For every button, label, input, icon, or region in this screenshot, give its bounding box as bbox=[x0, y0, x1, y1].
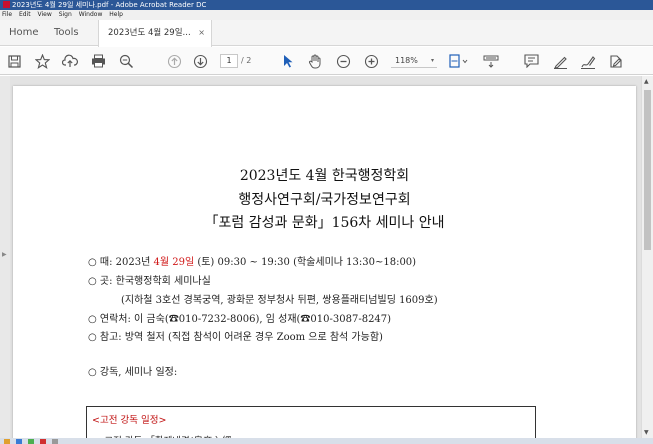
info-when-prefix: ○ 때: 2023년 bbox=[88, 257, 154, 268]
select-cursor-icon[interactable] bbox=[280, 53, 296, 69]
window-title: 2023년도 4월 29일 세미나.pdf - Adobe Acrobat Re… bbox=[12, 1, 207, 9]
highlight-pen-icon[interactable] bbox=[551, 53, 569, 69]
tab-home[interactable]: Home bbox=[9, 20, 39, 46]
taskbar-strip bbox=[0, 438, 653, 444]
menu-bar: File Edit View Sign Window Help bbox=[0, 10, 653, 20]
scroll-up-icon[interactable]: ▲ bbox=[644, 78, 649, 85]
info-schedule: ○ 강독, 세미나 일정: bbox=[88, 367, 178, 378]
zoom-level-value: 118% bbox=[395, 56, 418, 65]
menu-help[interactable]: Help bbox=[109, 11, 123, 18]
previous-page-icon[interactable] bbox=[165, 53, 183, 69]
zoom-dropdown-icon: ▾ bbox=[430, 57, 434, 64]
scrollbar-thumb[interactable] bbox=[644, 90, 651, 250]
tab-bar: Home Tools 2023년도 4월 29일... × bbox=[0, 20, 653, 47]
acrobat-app-icon bbox=[3, 1, 10, 8]
save-icon[interactable] bbox=[6, 53, 22, 69]
document-viewport[interactable]: ▶ 2023년도 4월 한국행정학회 행정사연구회/국가정보연구회 「포럼 감성… bbox=[0, 76, 641, 444]
comment-icon[interactable] bbox=[522, 53, 540, 69]
bookmark-star-icon[interactable] bbox=[33, 53, 51, 69]
taskbar-app-icon[interactable] bbox=[4, 439, 10, 444]
vertical-scrollbar[interactable]: ▲ ▼ bbox=[641, 76, 653, 438]
info-note: ○ 참고: 방역 철저 (직접 참석이 어려운 경우 Zoom 으로 참석 가능… bbox=[88, 332, 383, 343]
zoom-in-icon[interactable] bbox=[362, 53, 380, 69]
info-where: ○ 곳: 한국행정학회 세미나실 bbox=[88, 276, 211, 287]
tab-document[interactable]: 2023년도 4월 29일... × bbox=[98, 20, 212, 47]
toolbar: 1 / 2 118% ▾ bbox=[0, 47, 653, 75]
hand-tool-icon[interactable] bbox=[306, 53, 324, 69]
menu-file[interactable]: File bbox=[2, 11, 12, 18]
menu-view[interactable]: View bbox=[38, 11, 52, 18]
scrolling-mode-icon[interactable] bbox=[481, 53, 501, 69]
zoom-search-icon[interactable] bbox=[117, 53, 135, 69]
print-icon[interactable] bbox=[89, 53, 107, 69]
fit-page-icon[interactable] bbox=[448, 53, 470, 69]
zoom-out-icon[interactable] bbox=[334, 53, 352, 69]
doc-title-line-3: 「포럼 감성과 문화」156차 세미나 안내 bbox=[204, 215, 445, 231]
menu-sign[interactable]: Sign bbox=[59, 11, 72, 18]
info-when: ○ 때: 2023년 4월 29일 (토) 09:30 ~ 19:30 (학술세… bbox=[88, 253, 416, 268]
menu-window[interactable]: Window bbox=[79, 11, 103, 18]
info-when-suffix: (토) 09:30 ~ 19:30 (학술세미나 13:30~18:00) bbox=[194, 257, 417, 268]
menu-edit[interactable]: Edit bbox=[19, 11, 31, 18]
pdf-page: 2023년도 4월 한국행정학회 행정사연구회/국가정보연구회 「포럼 감성과 … bbox=[13, 86, 636, 444]
next-page-icon[interactable] bbox=[191, 53, 209, 69]
taskbar-app-icon[interactable] bbox=[28, 439, 34, 444]
info-where-detail: (지하철 3호선 경복궁역, 광화문 정부청사 뒤편, 쌍용플래티넘빌딩 160… bbox=[121, 295, 438, 306]
page-total: / 2 bbox=[241, 56, 252, 65]
scroll-down-icon[interactable]: ▼ bbox=[644, 429, 649, 436]
tab-tools[interactable]: Tools bbox=[54, 20, 79, 46]
window-title-bar: 2023년도 4월 29일 세미나.pdf - Adobe Acrobat Re… bbox=[0, 0, 653, 10]
tab-close-icon[interactable]: × bbox=[198, 20, 205, 46]
zoom-level-select[interactable]: 118% ▾ bbox=[391, 54, 437, 68]
expand-left-panel-icon[interactable]: ▶ bbox=[2, 251, 7, 258]
page-number-input[interactable]: 1 bbox=[220, 54, 238, 68]
fill-sign-icon[interactable] bbox=[607, 53, 625, 69]
doc-title-line-1: 2023년도 4월 한국행정학회 bbox=[239, 168, 410, 184]
taskbar-app-icon[interactable] bbox=[16, 439, 22, 444]
schedule-box-title: <고전 강독 일정> bbox=[92, 415, 167, 426]
tab-document-label: 2023년도 4월 29일... bbox=[108, 28, 191, 38]
info-contact: ○ 연락처: 이 금숙(☎010-7232-8006), 임 성재(☎010-3… bbox=[88, 314, 392, 325]
doc-title-line-2: 행정사연구회/국가정보연구회 bbox=[238, 192, 411, 208]
upload-cloud-icon[interactable] bbox=[61, 53, 79, 69]
taskbar-app-icon[interactable] bbox=[40, 439, 46, 444]
info-when-date: 4월 29일 bbox=[153, 257, 195, 268]
left-panel-collapsed[interactable]: ▶ bbox=[0, 76, 10, 438]
taskbar-app-icon[interactable] bbox=[52, 439, 58, 444]
sign-pen-icon[interactable] bbox=[579, 53, 597, 69]
